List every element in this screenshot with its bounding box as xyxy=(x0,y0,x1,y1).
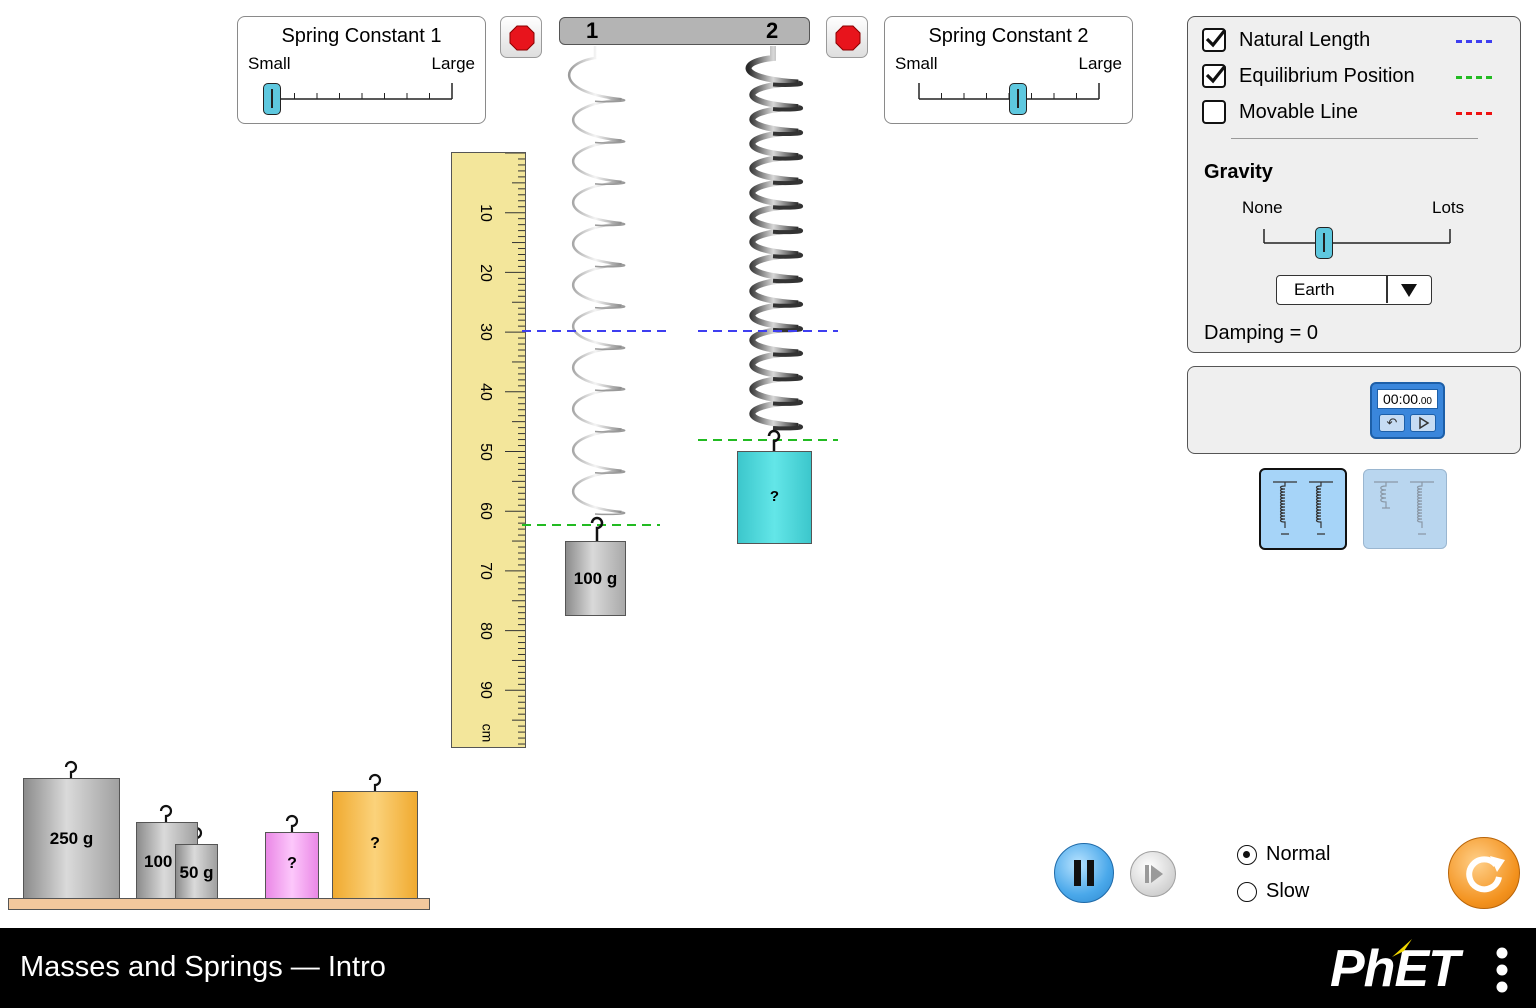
stopwatch-display: 00:00.00 xyxy=(1377,389,1438,409)
pause-button[interactable] xyxy=(1054,843,1114,903)
hanging-mass-spring-2[interactable]: ? xyxy=(737,451,812,544)
mass-unknown-orange-label: ? xyxy=(370,835,380,852)
damping-readout: Damping = 0 xyxy=(1204,322,1318,344)
spring-2-hook xyxy=(767,429,781,452)
natural-length-legend-line xyxy=(1456,40,1492,43)
stopwatch-panel: 00:00.00 ↶ xyxy=(1187,366,1521,454)
gravity-slider-thumb[interactable] xyxy=(1315,227,1333,259)
natural-length-checkbox[interactable]: Natural Length xyxy=(1202,28,1502,56)
different-springs-icon xyxy=(1374,481,1434,535)
natural-length-label: Natural Length xyxy=(1239,29,1371,51)
spring-1[interactable] xyxy=(567,46,626,516)
normal-speed-radio[interactable] xyxy=(1237,845,1257,865)
phet-menu-button[interactable] xyxy=(1494,946,1510,994)
stopwatch-hundredths: .00 xyxy=(1418,396,1432,407)
hanging-mass-spring-1-label: 100 g xyxy=(573,569,618,588)
checkmark-icon xyxy=(1205,29,1226,48)
different-springs-scene-button[interactable] xyxy=(1363,469,1447,549)
dropdown-divider xyxy=(1386,276,1388,303)
stopwatch-play-icon xyxy=(1410,414,1436,432)
gravity-lots-label: Lots xyxy=(1432,198,1465,217)
step-forward-icon xyxy=(1145,865,1163,883)
chevron-down-icon xyxy=(1401,284,1417,297)
mass-unknown-orange[interactable]: ? xyxy=(332,791,418,899)
reset-icon xyxy=(1466,856,1505,893)
mass-250g-label: 250 g xyxy=(49,829,94,848)
vertical-ellipsis-icon xyxy=(1496,947,1508,993)
phet-logo[interactable]: PhET xyxy=(1330,939,1480,999)
two-springs-scene-button[interactable] xyxy=(1259,468,1347,550)
gravity-preset-value: Earth xyxy=(1294,280,1335,299)
hanging-mass-spring-2-label: ? xyxy=(769,488,780,505)
gravity-slider-track[interactable] xyxy=(1258,225,1458,247)
mass-250-hook xyxy=(64,760,78,778)
mass-pink-hook xyxy=(285,814,299,832)
mass-50g[interactable]: 50 g xyxy=(175,844,218,899)
mass-orange-hook xyxy=(368,773,382,791)
equilibrium-position-label: Equilibrium Position xyxy=(1239,65,1415,87)
spring-2[interactable] xyxy=(745,46,803,431)
mass-unknown-pink-label: ? xyxy=(287,855,297,872)
pause-icon xyxy=(1074,860,1094,886)
movable-line-label: Movable Line xyxy=(1239,101,1358,123)
mass-250g[interactable]: 250 g xyxy=(23,778,120,899)
gravity-title: Gravity xyxy=(1204,161,1273,183)
slow-speed-label[interactable]: Slow xyxy=(1266,880,1309,903)
reset-all-button[interactable] xyxy=(1448,837,1520,909)
step-forward-button[interactable] xyxy=(1130,851,1176,897)
sim-title: Masses and Springs — Intro xyxy=(20,951,386,983)
gravity-none-label: None xyxy=(1242,198,1283,217)
equilibrium-position-checkbox[interactable]: Equilibrium Position xyxy=(1202,64,1502,92)
slow-speed-radio[interactable] xyxy=(1237,882,1257,902)
normal-speed-label[interactable]: Normal xyxy=(1266,843,1330,866)
stopwatch-reset-icon: ↶ xyxy=(1379,414,1405,432)
stopwatch-time: 00:00 xyxy=(1383,391,1419,407)
mass-shelf xyxy=(8,898,430,910)
mass-unknown-pink[interactable]: ? xyxy=(265,832,319,899)
equilibrium-position-legend-line xyxy=(1456,76,1492,79)
settings-divider xyxy=(1231,138,1478,139)
stopwatch-icon-button[interactable]: 00:00.00 ↶ xyxy=(1370,382,1445,439)
movable-line-checkbox[interactable]: Movable Line xyxy=(1202,100,1502,128)
movable-line-checkbox-box[interactable] xyxy=(1202,100,1226,124)
mass-100-hook xyxy=(159,804,173,822)
natural-length-checkbox-box[interactable] xyxy=(1202,28,1226,52)
two-equal-springs-icon xyxy=(1273,481,1333,535)
settings-panel: Natural Length Equilibrium Position Mova… xyxy=(1187,16,1521,353)
mass-100g-label: 100 xyxy=(144,852,173,871)
phet-logo-spark-icon xyxy=(1392,939,1412,957)
checkmark-icon xyxy=(1205,65,1226,84)
hanging-mass-spring-1[interactable]: 100 g xyxy=(565,541,626,616)
navigation-bar: Masses and Springs — Intro PhET xyxy=(0,928,1536,1008)
movable-line-legend-line xyxy=(1456,112,1492,115)
spring-1-hook xyxy=(590,516,604,541)
mass-50g-label: 50 g xyxy=(179,863,214,882)
equilibrium-position-checkbox-box[interactable] xyxy=(1202,64,1226,88)
gravity-preset-dropdown[interactable]: Earth xyxy=(1276,275,1432,305)
